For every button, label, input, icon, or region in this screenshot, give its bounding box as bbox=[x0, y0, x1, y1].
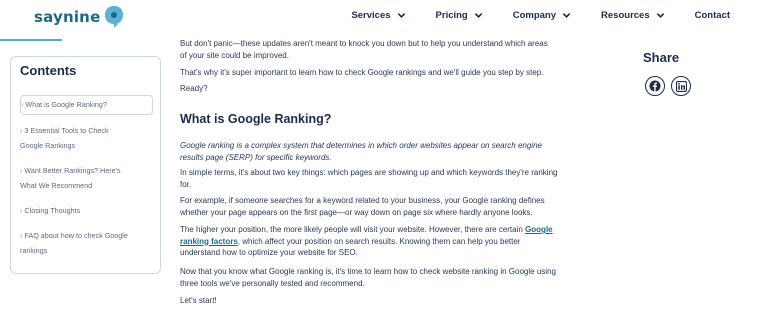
toc-item-label: Google Rankings bbox=[20, 141, 76, 150]
paragraph-text: of your site could be improved. bbox=[180, 50, 289, 60]
linkedin-share-button[interactable] bbox=[671, 76, 691, 96]
toc-title: Contents bbox=[20, 63, 77, 78]
toc-item-label: rankings bbox=[20, 246, 48, 255]
nav-contact[interactable]: Contact bbox=[695, 10, 730, 21]
chevron-right-icon: › bbox=[20, 231, 23, 240]
toc-item-label: FAQ about how to check Google bbox=[24, 231, 128, 240]
paragraph-text: Now that you know what Google ranking is… bbox=[180, 267, 556, 276]
paragraph-text: , which affect your position on search r… bbox=[237, 236, 521, 246]
definition-paragraph: Google ranking is a complex system that … bbox=[180, 140, 632, 163]
chevron-right-icon: › bbox=[20, 206, 23, 215]
toc-item-what-is-google-ranking[interactable]: › What is Google Ranking? bbox=[20, 95, 153, 115]
chevron-right-icon: › bbox=[20, 166, 23, 175]
nav-company[interactable]: Company bbox=[513, 10, 571, 21]
logo[interactable]: saynine bbox=[34, 3, 124, 31]
paragraph-text: for. bbox=[180, 179, 192, 189]
chevron-down-icon bbox=[474, 13, 482, 18]
nav-services-label: Services bbox=[351, 10, 391, 21]
toc-item-label: What is Google Ranking? bbox=[25, 100, 107, 109]
logo-mark-icon bbox=[104, 5, 124, 29]
table-of-contents: Contents › What is Google Ranking? › 3 Ess… bbox=[10, 56, 161, 274]
main-nav: Services Pricing Company Resources Conta… bbox=[321, 10, 730, 21]
toc-item-closing-thoughts[interactable]: › Closing Thoughts bbox=[20, 203, 153, 218]
reading-progress-bar bbox=[0, 39, 62, 41]
chevron-right-icon: › bbox=[21, 100, 24, 109]
paragraph: But don't panic—these updates aren't mea… bbox=[180, 38, 632, 61]
paragraph-text: understand how to optimize your website … bbox=[180, 248, 358, 257]
chevron-down-icon bbox=[562, 13, 571, 18]
nav-resources-label: Resources bbox=[601, 10, 650, 21]
definition-text: results page (SERP) for specific keyword… bbox=[180, 152, 332, 162]
nav-contact-label: Contact bbox=[694, 10, 730, 21]
toc-item-label: What We Recommend bbox=[20, 181, 93, 190]
paragraph: That's why it's super important to learn… bbox=[180, 68, 544, 77]
paragraph: Ready? bbox=[180, 84, 208, 93]
chevron-down-icon bbox=[397, 13, 405, 18]
google-ranking-factors-link[interactable]: ranking factors bbox=[180, 237, 238, 246]
paragraph: The higher your position, the more likel… bbox=[180, 224, 632, 259]
toc-item-label: Closing Thoughts bbox=[24, 206, 81, 215]
nav-services[interactable]: Services bbox=[351, 10, 405, 21]
paragraph-text: But don't panic—these updates aren't mea… bbox=[180, 39, 548, 48]
chevron-down-icon bbox=[656, 13, 664, 18]
logo-text: saynine bbox=[34, 8, 101, 26]
google-ranking-factors-link[interactable]: Google bbox=[525, 225, 553, 234]
site-header: saynine Services Pricing Company Resourc… bbox=[0, 0, 768, 40]
toc-item-better-rankings[interactable]: › Want Better Rankings? Here's What We Re… bbox=[20, 163, 153, 193]
nav-pricing[interactable]: Pricing bbox=[436, 10, 483, 21]
toc-item-label: Want Better Rankings? Here's bbox=[24, 166, 121, 175]
facebook-icon bbox=[649, 80, 661, 92]
nav-company-label: Company bbox=[512, 10, 557, 21]
toc-item-tools[interactable]: › 3 Essential Tools to Check Google Ranki… bbox=[20, 123, 153, 153]
paragraph-text: three tools we've personally tested and … bbox=[180, 278, 365, 288]
paragraph: Now that you know what Google ranking is… bbox=[180, 266, 632, 289]
paragraph: For example, if someone searches for a k… bbox=[180, 195, 632, 218]
section-heading: What is Google Ranking? bbox=[180, 112, 332, 126]
paragraph-text: whether your page appears on the first p… bbox=[180, 207, 533, 217]
facebook-share-button[interactable] bbox=[645, 76, 665, 96]
paragraph-text: The higher your position, the more likel… bbox=[180, 225, 523, 234]
toc-item-label: 3 Essential Tools to Check bbox=[24, 126, 109, 135]
paragraph-text: For example, if someone searches for a k… bbox=[180, 196, 545, 205]
share-title: Share bbox=[643, 50, 680, 65]
nav-pricing-label: Pricing bbox=[435, 10, 468, 21]
paragraph: Let's start! bbox=[180, 296, 217, 305]
toc-item-faq[interactable]: › FAQ about how to check Google rankings bbox=[20, 228, 153, 258]
nav-resources[interactable]: Resources bbox=[601, 10, 665, 21]
paragraph-text: In simple terms, it's about two key thin… bbox=[180, 168, 558, 177]
definition-text: Google ranking is a complex system that … bbox=[180, 141, 542, 150]
chevron-right-icon: › bbox=[20, 126, 23, 135]
paragraph: In simple terms, it's about two key thin… bbox=[180, 167, 632, 190]
linkedin-icon bbox=[675, 80, 687, 92]
